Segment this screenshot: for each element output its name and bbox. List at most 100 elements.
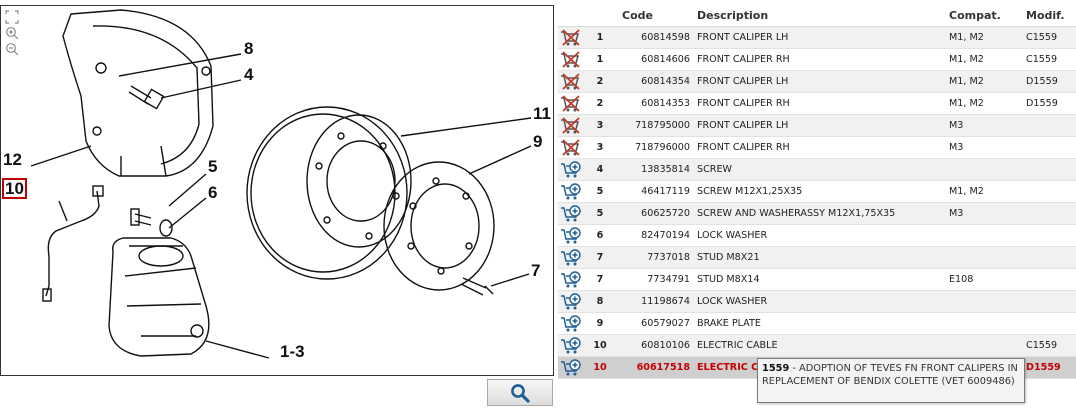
compat-cell: M3 bbox=[949, 120, 964, 131]
callout-10[interactable]: 10 bbox=[2, 178, 27, 199]
cart-add-icon[interactable] bbox=[560, 271, 584, 292]
table-row[interactable]: 1 60814598 FRONT CALIPER LH M1, M2 C1559 bbox=[558, 27, 1076, 49]
modif-cell: C1559 bbox=[1026, 54, 1058, 65]
compat-cell: E108 bbox=[949, 274, 974, 285]
description-cell: FRONT CALIPER LH bbox=[697, 32, 789, 43]
description-cell: STUD M8X21 bbox=[697, 252, 760, 263]
table-row[interactable]: 4 13835814 SCREW bbox=[558, 159, 1076, 181]
description-cell: LOCK WASHER bbox=[697, 296, 768, 307]
magnifier-icon bbox=[511, 383, 530, 403]
table-row[interactable]: 1 60814606 FRONT CALIPER RH M1, M2 C1559 bbox=[558, 49, 1076, 71]
cart-add-icon[interactable] bbox=[560, 227, 584, 248]
callout-5[interactable]: 5 bbox=[208, 158, 217, 175]
cart-remove-icon[interactable] bbox=[560, 51, 584, 72]
table-row[interactable]: 7 7737018 STUD M8X21 bbox=[558, 247, 1076, 269]
search-button[interactable] bbox=[487, 379, 553, 406]
cart-remove-icon[interactable] bbox=[560, 29, 584, 50]
callout-6[interactable]: 6 bbox=[208, 184, 217, 201]
compat-cell: M1, M2 bbox=[949, 98, 984, 109]
exploded-diagram-panel[interactable]: 8 4 11 9 12 5 10 6 7 1-3 bbox=[0, 5, 554, 376]
modification-tooltip: 1559 - ADOPTION OF TEVES FN FRONT CALIPE… bbox=[757, 358, 1025, 403]
code-cell: 60814353 bbox=[641, 98, 690, 109]
table-row[interactable]: 3 718795000 FRONT CALIPER LH M3 bbox=[558, 115, 1076, 137]
tooltip-code: 1559 bbox=[762, 363, 790, 374]
cart-remove-icon[interactable] bbox=[560, 73, 584, 94]
cart-add-icon[interactable] bbox=[560, 183, 584, 204]
description-cell: SCREW M12X1,25X35 bbox=[697, 186, 803, 197]
code-cell: 11198674 bbox=[641, 296, 690, 307]
description-cell: FRONT CALIPER LH bbox=[697, 76, 789, 87]
table-row[interactable]: 5 60625720 SCREW AND WASHERASSY M12X1,75X3… bbox=[558, 203, 1076, 225]
ref-cell: 1 bbox=[596, 54, 604, 65]
description-cell: ELECTRIC CABLE bbox=[697, 340, 778, 351]
table-row[interactable]: 5 46417119 SCREW M12X1,25X35 M1, M2 bbox=[558, 181, 1076, 203]
table-row[interactable]: 2 60814353 FRONT CALIPER RH M1, M2 D1559 bbox=[558, 93, 1076, 115]
table-row[interactable]: 9 60579027 BRAKE PLATE bbox=[558, 313, 1076, 335]
ref-cell: 7 bbox=[596, 274, 604, 285]
column-header-description[interactable]: Description bbox=[697, 5, 947, 27]
code-cell: 60625720 bbox=[641, 208, 690, 219]
callout-11[interactable]: 11 bbox=[533, 105, 551, 122]
modif-cell: C1559 bbox=[1026, 340, 1058, 351]
screw-part bbox=[128, 85, 165, 110]
cart-add-icon[interactable] bbox=[560, 161, 584, 182]
callout-9[interactable]: 9 bbox=[533, 133, 542, 150]
callout-12[interactable]: 12 bbox=[3, 151, 22, 168]
callout-8[interactable]: 8 bbox=[244, 40, 253, 57]
compat-cell: M3 bbox=[949, 142, 964, 153]
table-row[interactable]: 3 718796000 FRONT CALIPER RH M3 bbox=[558, 137, 1076, 159]
ref-cell: 4 bbox=[596, 164, 604, 175]
modif-cell: C1559 bbox=[1026, 32, 1058, 43]
callout-1-3[interactable]: 1-3 bbox=[280, 343, 305, 360]
code-cell: 60814354 bbox=[641, 76, 690, 87]
table-row[interactable]: 6 82470194 LOCK WASHER bbox=[558, 225, 1076, 247]
cart-add-icon[interactable] bbox=[560, 293, 584, 314]
ref-cell: 6 bbox=[596, 230, 604, 241]
table-row[interactable]: 10 60810106 ELECTRIC CABLE C1559 bbox=[558, 335, 1076, 357]
code-cell: 60814598 bbox=[641, 32, 690, 43]
cart-add-icon[interactable] bbox=[560, 205, 584, 226]
compat-cell: M1, M2 bbox=[949, 76, 984, 87]
compat-cell: M1, M2 bbox=[949, 54, 984, 65]
modif-cell: D1559 bbox=[1026, 76, 1058, 87]
code-cell: 7734791 bbox=[647, 274, 690, 285]
ref-cell: 7 bbox=[596, 252, 604, 263]
cart-add-icon[interactable] bbox=[560, 337, 584, 358]
ref-cell: 5 bbox=[596, 208, 604, 219]
modif-cell: D1559 bbox=[1026, 98, 1058, 109]
compat-cell: M1, M2 bbox=[949, 32, 984, 43]
cart-remove-icon[interactable] bbox=[560, 95, 584, 116]
description-cell: FRONT CALIPER RH bbox=[697, 142, 790, 153]
cart-add-icon[interactable] bbox=[560, 315, 584, 336]
ref-cell: 5 bbox=[596, 186, 604, 197]
code-cell: 60579027 bbox=[641, 318, 690, 329]
table-body: 1 60814598 FRONT CALIPER LH M1, M2 C1559 1 608… bbox=[558, 27, 1076, 379]
cart-remove-icon[interactable] bbox=[560, 139, 584, 160]
tooltip-text: - ADOPTION OF TEVES FN FRONT CALIPERS IN… bbox=[762, 363, 1018, 387]
column-header-modif[interactable]: Modif. bbox=[1026, 5, 1076, 27]
code-cell: 718796000 bbox=[635, 142, 690, 153]
description-cell: FRONT CALIPER RH bbox=[697, 54, 790, 65]
callout-7[interactable]: 7 bbox=[531, 262, 540, 279]
compat-cell: M3 bbox=[949, 208, 964, 219]
cart-add-icon[interactable] bbox=[560, 359, 584, 380]
table-row[interactable]: 7 7734791 STUD M8X14 E108 bbox=[558, 269, 1076, 291]
code-cell: 718795000 bbox=[635, 120, 690, 131]
column-header-compat[interactable]: Compat. bbox=[949, 5, 1023, 27]
table-row[interactable]: 8 11198674 LOCK WASHER bbox=[558, 291, 1076, 313]
code-cell: 60617518 bbox=[636, 362, 690, 373]
code-cell: 82470194 bbox=[641, 230, 690, 241]
cart-add-icon[interactable] bbox=[560, 249, 584, 270]
cart-remove-icon[interactable] bbox=[560, 117, 584, 138]
parts-table: Code Description Compat. Modif. 1 6081459… bbox=[558, 5, 1076, 379]
callout-4[interactable]: 4 bbox=[244, 66, 253, 83]
description-cell: FRONT CALIPER LH bbox=[697, 120, 789, 131]
ref-cell: 2 bbox=[596, 76, 604, 87]
modif-cell: D1559 bbox=[1026, 362, 1061, 373]
description-cell: STUD M8X14 bbox=[697, 274, 760, 285]
table-row[interactable]: 2 60814354 FRONT CALIPER LH M1, M2 D1559 bbox=[558, 71, 1076, 93]
code-cell: 13835814 bbox=[641, 164, 690, 175]
column-header-code[interactable]: Code bbox=[622, 5, 698, 27]
table-header-row: Code Description Compat. Modif. bbox=[558, 5, 1076, 27]
ref-cell: 8 bbox=[596, 296, 604, 307]
